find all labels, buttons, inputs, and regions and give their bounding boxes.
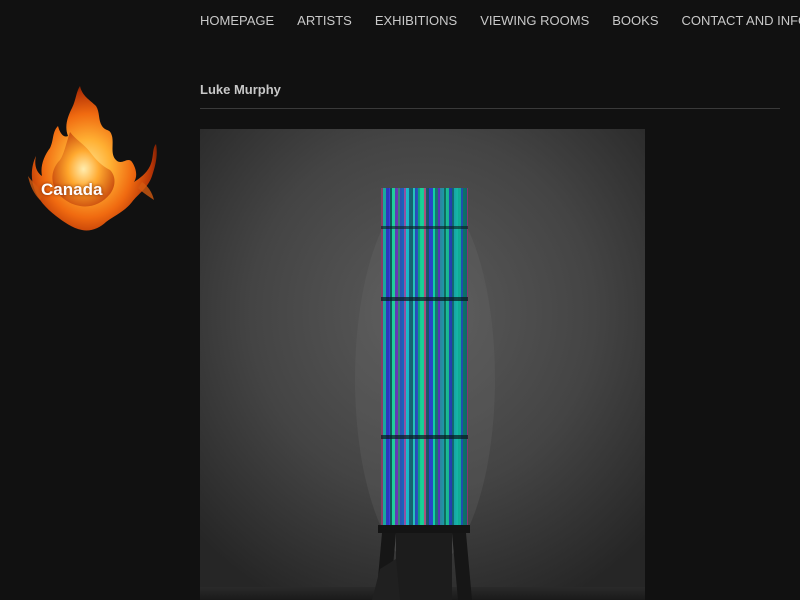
nav-artists[interactable]: ARTISTS (297, 13, 352, 29)
nav-viewing-rooms[interactable]: VIEWING ROOMS (480, 13, 589, 29)
flame-icon (28, 86, 157, 231)
site-logo[interactable]: Canada (24, 82, 160, 234)
nav-books[interactable]: BOOKS (612, 13, 658, 29)
artwork-photo (200, 129, 645, 600)
page: HOMEPAGE ARTISTS EXHIBITIONS VIEWING ROO… (0, 0, 800, 600)
nav-homepage[interactable]: HOMEPAGE (200, 13, 274, 29)
nav-contact-and-info[interactable]: CONTACT AND INFO (682, 13, 800, 29)
main-nav: HOMEPAGE ARTISTS EXHIBITIONS VIEWING ROO… (200, 13, 800, 29)
artist-name: Luke Murphy (200, 82, 281, 97)
nav-exhibitions[interactable]: EXHIBITIONS (375, 13, 457, 29)
logo-text: Canada (41, 180, 103, 199)
artwork-image[interactable] (200, 129, 645, 600)
heading-divider (200, 108, 780, 109)
